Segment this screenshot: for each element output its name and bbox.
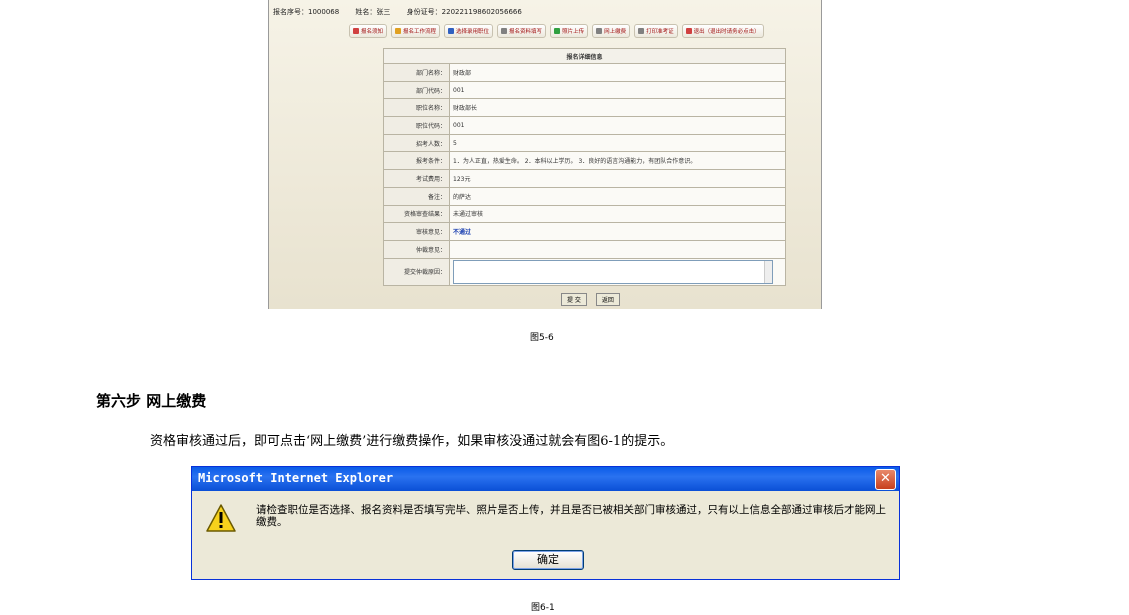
table-row: 职位名称： 财政部长 [383, 98, 786, 118]
row-value: 5 [449, 133, 786, 153]
exit-icon [685, 28, 692, 34]
figure-caption-6-1: 图6-1 [531, 603, 555, 613]
row-label: 审核意见： [383, 222, 450, 241]
table-row: 备注： 的萨达 [383, 186, 786, 206]
close-button[interactable]: ✕ [875, 469, 896, 490]
table-row: 职位代码： 001 [383, 116, 786, 135]
form-icon [501, 28, 508, 34]
row-value: 未通过审核 [449, 204, 786, 224]
row-value: 的萨达 [449, 186, 786, 206]
row-value: 财政部长 [449, 98, 786, 118]
row-value [449, 239, 786, 259]
form-buttons: 提 交 返回 [561, 293, 620, 306]
dialog-message: 请检查职位是否选择、报名资料是否填写完毕、照片是否上传，并且是否已被相关部门审核… [256, 504, 886, 528]
appeal-cell [449, 257, 786, 286]
toolbar-button-label: 选择录用职位 [456, 29, 490, 35]
nav-toolbar: 报名须知 报名工作流程 选择录用职位 报名资料填写 照片上传 网上缴费 打印准考证 退出（退出… [349, 24, 764, 38]
toolbar-button-label: 退出（退出时请务必点击） [693, 29, 760, 35]
toolbar-button-7[interactable]: 退出（退出时请务必点击） [681, 24, 764, 38]
registration-screenshot: 报名序号：1000068 姓名：张三 身份证号：2202211986020566… [268, 0, 822, 309]
table-row: 报考条件： 1．为人正直，热爱生命。 2．本科以上学历。 3．良好的语言沟通能力，… [383, 151, 786, 171]
ie-alert-dialog: Microsoft Internet Explorer ✕ 请检查职位是否选择、… [191, 466, 900, 580]
toolbar-button-5[interactable]: 网上缴费 [592, 24, 631, 38]
dialog-titlebar: Microsoft Internet Explorer ✕ [192, 467, 899, 491]
row-label: 职位代码： [383, 116, 450, 135]
submit-button[interactable]: 提 交 [561, 293, 587, 306]
warning-icon [206, 504, 236, 532]
toolbar-button-1[interactable]: 报名工作流程 [391, 24, 441, 38]
ok-button[interactable]: 确定 [512, 550, 584, 570]
toolbar-button-label: 打印准考证 [646, 29, 674, 35]
print-icon [638, 28, 645, 34]
row-value: 不通过 [449, 222, 786, 241]
figure-caption-5-6: 图5-6 [530, 333, 554, 343]
toolbar-button-0[interactable]: 报名须知 [349, 24, 388, 38]
detail-table-header: 报名详细信息 [383, 48, 786, 64]
table-row: 提交仲裁原因： [383, 257, 786, 286]
toolbar-button-label: 照片上传 [562, 29, 585, 35]
row-label: 职位名称： [383, 98, 450, 118]
toolbar-button-2[interactable]: 选择录用职位 [444, 24, 494, 38]
textarea-scrollbar[interactable] [764, 260, 772, 283]
table-row: 部门名称： 财政部 [383, 63, 786, 82]
table-row: 考试费用： 123元 [383, 169, 786, 188]
row-label: 部门代码： [383, 80, 450, 100]
appeal-textarea[interactable] [453, 259, 773, 284]
toolbar-button-6[interactable]: 打印准考证 [634, 24, 678, 38]
row-label: 招考人数： [383, 133, 450, 153]
table-row: 审核意见： 不通过 [383, 222, 786, 241]
table-row: 部门代码： 001 [383, 80, 786, 100]
appeal-label: 提交仲裁原因： [383, 257, 450, 286]
row-label: 报考条件： [383, 151, 450, 171]
detail-table: 报名详细信息 部门名称： 财政部 部门代码： 001 职位名称： 财政部长 职位代码： 001 招… [383, 48, 786, 286]
toolbar-button-label: 报名工作流程 [403, 29, 437, 35]
row-value: 001 [449, 116, 786, 135]
row-label: 仲裁意见： [383, 239, 450, 259]
table-row: 招考人数： 5 [383, 133, 786, 153]
row-label: 资格审查结果： [383, 204, 450, 224]
back-button[interactable]: 返回 [595, 293, 620, 306]
info-icon [353, 28, 359, 34]
table-row: 仲裁意见： [383, 239, 786, 259]
toolbar-button-label: 报名须知 [361, 29, 384, 35]
toolbar-button-label: 网上缴费 [604, 29, 627, 35]
row-value: 财政部 [449, 63, 786, 82]
table-row: 资格审查结果： 未通过审核 [383, 204, 786, 224]
pay-icon [596, 28, 603, 34]
dialog-title: Microsoft Internet Explorer [198, 471, 394, 485]
toolbar-button-label: 报名资料填写 [509, 29, 543, 35]
flow-icon [395, 28, 402, 34]
photo-icon [554, 28, 561, 34]
instruction-paragraph: 资格审核通过后，即可点击‘网上缴费’进行缴费操作，如果审核没通过就会有图6-1的… [150, 434, 674, 449]
position-icon [448, 28, 455, 34]
step-heading: 第六步 网上缴费 [96, 392, 207, 410]
row-value: 123元 [449, 169, 786, 188]
row-value: 1．为人正直，热爱生命。 2．本科以上学历。 3．良好的语言沟通能力，有团队合作… [449, 151, 786, 171]
toolbar-button-3[interactable]: 报名资料填写 [497, 24, 547, 38]
row-label: 备注： [383, 186, 450, 206]
toolbar-button-4[interactable]: 照片上传 [550, 24, 589, 38]
row-label: 部门名称： [383, 63, 450, 82]
applicant-info-bar: 报名序号：1000068 姓名：张三 身份证号：2202211986020566… [273, 8, 522, 16]
row-label: 考试费用： [383, 169, 450, 188]
row-value: 001 [449, 80, 786, 100]
